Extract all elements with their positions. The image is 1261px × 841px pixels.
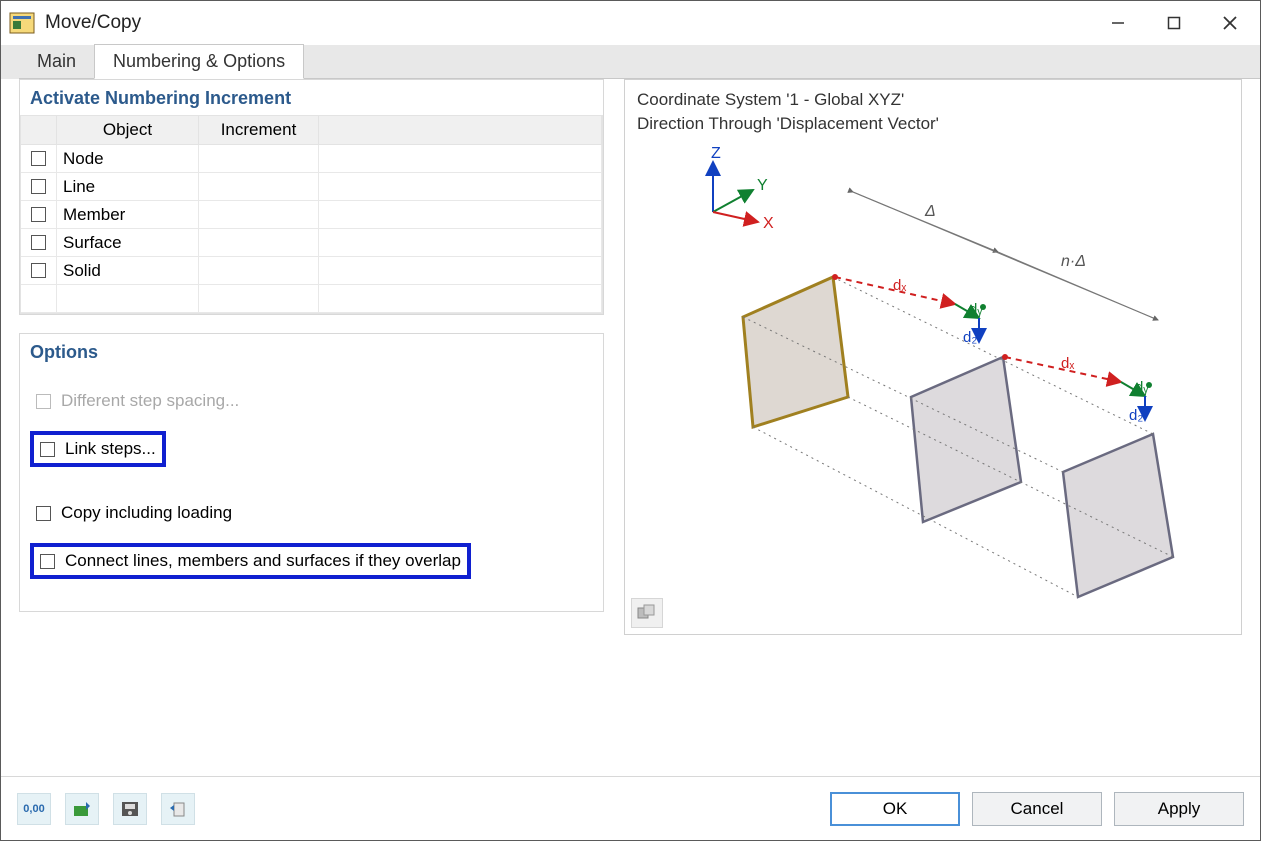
svg-text:dᵧ: dᵧ xyxy=(969,301,982,318)
checkbox-copy-loading[interactable] xyxy=(36,506,51,521)
svg-text:dᵧ: dᵧ xyxy=(1135,379,1148,396)
tab-main[interactable]: Main xyxy=(19,45,94,79)
column-spacer xyxy=(319,116,602,145)
panel-activate-numbering: Activate Numbering Increment Object Incr… xyxy=(19,79,604,315)
label-surface: Surface xyxy=(57,229,199,257)
increment-solid[interactable] xyxy=(199,257,319,285)
tool-save-icon[interactable] xyxy=(113,793,147,825)
numbering-grid: Object Increment Node Line xyxy=(20,115,603,314)
label-member: Member xyxy=(57,201,199,229)
row-surface[interactable]: Surface xyxy=(21,229,602,257)
option-link-steps[interactable]: Link steps... xyxy=(30,431,166,467)
svg-text:dₓ: dₓ xyxy=(1061,355,1074,372)
preview-line2: Direction Through 'Displacement Vector' xyxy=(637,112,1229,136)
tab-numbering-options[interactable]: Numbering & Options xyxy=(94,44,304,79)
panel-options: Options Different step spacing... Link s… xyxy=(19,333,604,612)
preview-panel: Coordinate System '1 - Global XYZ' Direc… xyxy=(624,79,1242,635)
row-node[interactable]: Node xyxy=(21,145,602,173)
title-bar: Move/Copy xyxy=(1,1,1260,45)
svg-text:X: X xyxy=(763,215,774,232)
label-node: Node xyxy=(57,145,199,173)
label-connect-overlap: Connect lines, members and surfaces if t… xyxy=(65,551,461,571)
grid-corner xyxy=(21,116,57,145)
preview-diagram: Z Y X Δ n·Δ xyxy=(637,142,1229,622)
column-increment: Increment xyxy=(199,116,319,145)
app-icon xyxy=(9,12,35,34)
checkbox-solid[interactable] xyxy=(31,263,46,278)
label-copy-loading: Copy including loading xyxy=(61,503,232,523)
svg-text:d₂: d₂ xyxy=(1129,407,1143,424)
svg-text:Y: Y xyxy=(757,177,768,194)
increment-member[interactable] xyxy=(199,201,319,229)
cancel-button[interactable]: Cancel xyxy=(972,792,1102,826)
svg-text:d₂: d₂ xyxy=(963,329,977,346)
label-solid: Solid xyxy=(57,257,199,285)
window-title: Move/Copy xyxy=(45,12,1090,34)
increment-surface[interactable] xyxy=(199,229,319,257)
tool-decimals-icon[interactable]: 0,00 xyxy=(17,793,51,825)
row-line[interactable]: Line xyxy=(21,173,602,201)
checkbox-link-steps[interactable] xyxy=(40,442,55,457)
maximize-button[interactable] xyxy=(1146,4,1202,42)
label-link-steps: Link steps... xyxy=(65,439,156,459)
tool-export-icon[interactable] xyxy=(161,793,195,825)
ok-button[interactable]: OK xyxy=(830,792,960,826)
checkbox-connect-overlap[interactable] xyxy=(40,554,55,569)
svg-text:n·Δ: n·Δ xyxy=(1061,253,1086,270)
option-different-step-spacing: Different step spacing... xyxy=(30,387,245,415)
checkbox-node[interactable] xyxy=(31,151,46,166)
increment-node[interactable] xyxy=(199,145,319,173)
preview-tool-icon[interactable] xyxy=(631,598,663,628)
preview-line1: Coordinate System '1 - Global XYZ' xyxy=(637,88,1229,112)
increment-line[interactable] xyxy=(199,173,319,201)
svg-text:dₓ: dₓ xyxy=(893,277,906,294)
dialog-footer: 0,00 OK Cancel Apply xyxy=(1,776,1260,840)
row-solid[interactable]: Solid xyxy=(21,257,602,285)
svg-text:Δ: Δ xyxy=(924,203,936,220)
option-copy-including-loading[interactable]: Copy including loading xyxy=(30,499,238,527)
option-connect-if-overlap[interactable]: Connect lines, members and surfaces if t… xyxy=(30,543,471,579)
close-button[interactable] xyxy=(1202,4,1258,42)
row-member[interactable]: Member xyxy=(21,201,602,229)
panel-title-options: Options xyxy=(20,334,603,369)
column-object: Object xyxy=(57,116,199,145)
checkbox-surface[interactable] xyxy=(31,235,46,250)
checkbox-member[interactable] xyxy=(31,207,46,222)
tool-import-icon[interactable] xyxy=(65,793,99,825)
svg-text:Z: Z xyxy=(711,145,721,162)
minimize-button[interactable] xyxy=(1090,4,1146,42)
label-line: Line xyxy=(57,173,199,201)
label-diff-step: Different step spacing... xyxy=(61,391,239,411)
apply-button[interactable]: Apply xyxy=(1114,792,1244,826)
tab-bar: Main Numbering & Options xyxy=(1,45,1260,79)
checkbox-diff-step xyxy=(36,394,51,409)
checkbox-line[interactable] xyxy=(31,179,46,194)
panel-title-numbering: Activate Numbering Increment xyxy=(20,80,603,115)
row-empty xyxy=(21,285,602,313)
